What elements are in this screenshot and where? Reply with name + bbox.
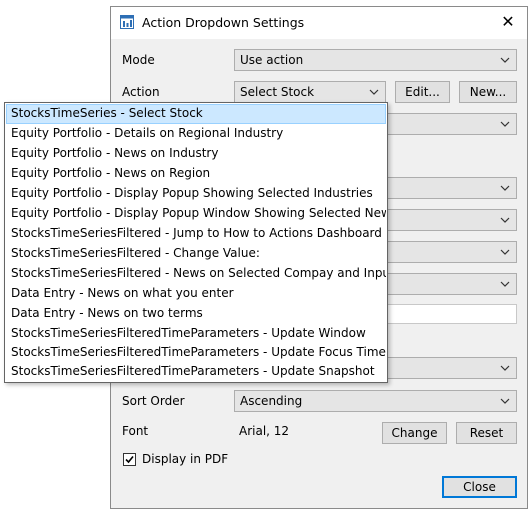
- chevron-down-icon: [500, 398, 510, 404]
- sort-order-label: Sort Order: [122, 394, 185, 408]
- list-item[interactable]: StocksTimeSeries - Select Stock: [6, 104, 386, 124]
- edit-button[interactable]: Edit...: [395, 81, 450, 103]
- chevron-down-icon: [369, 89, 379, 95]
- list-item[interactable]: StocksTimeSeriesFiltered - News on Selec…: [6, 264, 386, 284]
- chevron-down-icon: [500, 121, 510, 127]
- list-item[interactable]: StocksTimeSeriesFilteredTimeParameters -…: [6, 343, 386, 363]
- list-item[interactable]: Equity Portfolio - News on Region: [6, 164, 386, 184]
- mode-label: Mode: [122, 53, 155, 67]
- list-item[interactable]: StocksTimeSeriesFilteredTimeParameters -…: [6, 324, 386, 344]
- chevron-down-icon: [500, 281, 510, 287]
- hidden-select-1[interactable]: [386, 113, 517, 135]
- display-pdf-checkbox[interactable]: [123, 453, 136, 466]
- display-pdf-label: Display in PDF: [142, 452, 229, 466]
- list-item[interactable]: Data Entry - News on what you enter: [6, 284, 386, 304]
- hidden-select-4[interactable]: [386, 241, 517, 263]
- close-icon[interactable]: ✕: [499, 13, 517, 31]
- font-label: Font: [122, 424, 149, 438]
- title-bar: Action Dropdown Settings ✕: [111, 7, 527, 39]
- checkmark-icon: [125, 455, 134, 464]
- list-item[interactable]: StocksTimeSeriesFiltered - Change Value:: [6, 244, 386, 264]
- new-button[interactable]: New...: [459, 81, 517, 103]
- list-item[interactable]: Equity Portfolio - News on Industry: [6, 144, 386, 164]
- close-button[interactable]: Close: [442, 476, 517, 498]
- mode-select[interactable]: Use action: [234, 49, 517, 71]
- list-item[interactable]: Data Entry - News on two terms: [6, 304, 386, 324]
- chevron-down-icon: [500, 57, 510, 63]
- list-item[interactable]: StocksTimeSeriesFiltered - Jump to How t…: [6, 224, 386, 244]
- list-item[interactable]: StocksTimeSeriesFilteredTimeParameters -…: [6, 362, 386, 382]
- action-value: Select Stock: [240, 85, 315, 99]
- chevron-down-icon: [500, 365, 510, 371]
- sort-order-select[interactable]: Ascending: [234, 390, 517, 412]
- chevron-down-icon: [500, 217, 510, 223]
- action-label: Action: [122, 85, 160, 99]
- list-item[interactable]: Equity Portfolio - Display Popup Showing…: [6, 184, 386, 204]
- change-font-button[interactable]: Change: [382, 422, 447, 444]
- hidden-select-3[interactable]: [386, 209, 517, 231]
- chevron-down-icon: [500, 249, 510, 255]
- font-value: Arial, 12: [239, 424, 290, 438]
- reset-font-button[interactable]: Reset: [456, 422, 517, 444]
- list-item[interactable]: Equity Portfolio - Display Popup Window …: [6, 204, 386, 224]
- window-title: Action Dropdown Settings: [142, 15, 305, 30]
- app-window-icon: [120, 15, 134, 29]
- mode-value: Use action: [240, 53, 304, 67]
- hidden-select-2[interactable]: [386, 177, 517, 199]
- sort-order-value: Ascending: [240, 394, 303, 408]
- action-select[interactable]: Select Stock: [234, 81, 386, 103]
- chevron-down-icon: [500, 185, 510, 191]
- list-item[interactable]: Equity Portfolio - Details on Regional I…: [6, 124, 386, 144]
- hidden-text-input[interactable]: [386, 304, 517, 324]
- hidden-select-6[interactable]: [386, 357, 517, 379]
- action-dropdown-list: StocksTimeSeries - Select Stock Equity P…: [4, 102, 388, 383]
- hidden-select-5[interactable]: [386, 273, 517, 295]
